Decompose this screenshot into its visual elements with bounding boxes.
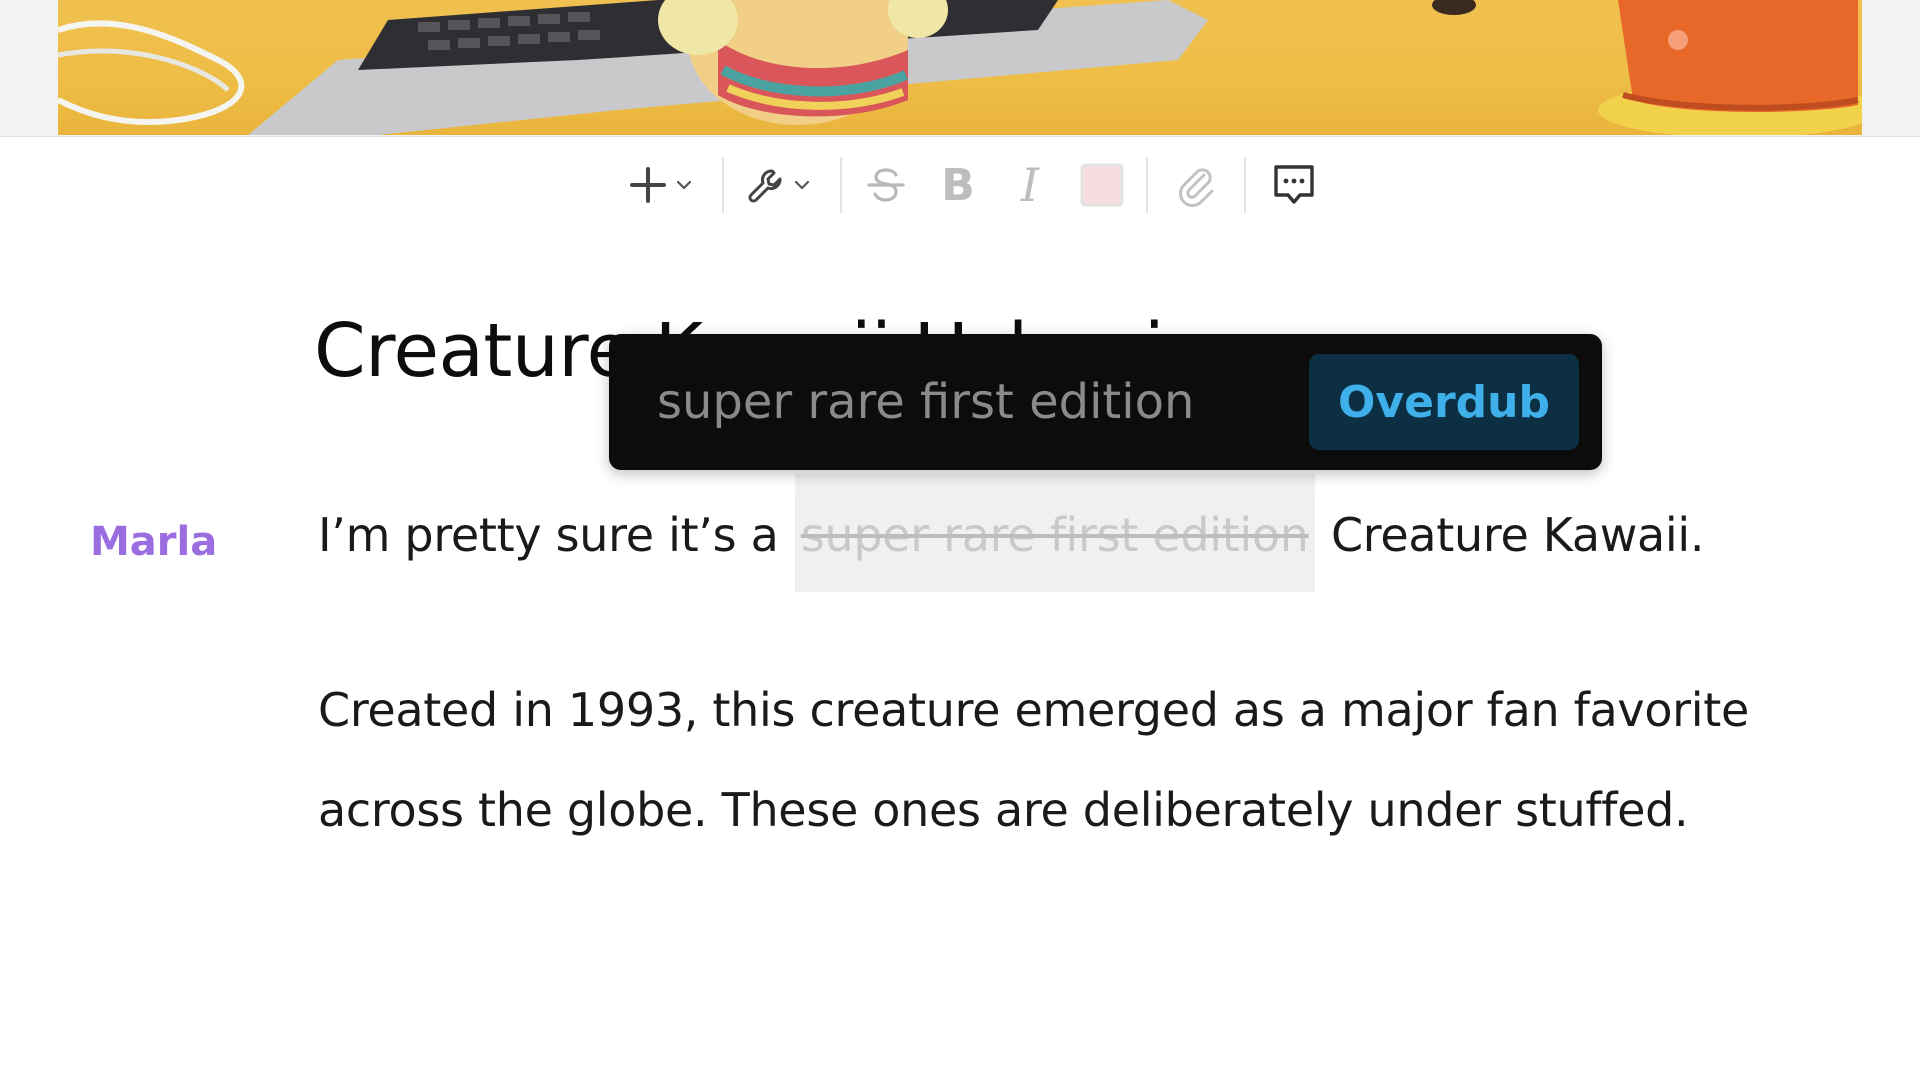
link-button[interactable]: [1156, 154, 1236, 216]
overdub-button[interactable]: Overdub: [1309, 354, 1579, 450]
comment-button[interactable]: [1254, 154, 1334, 216]
transcript-paragraph[interactable]: I’m pretty sure it’s a super rare first …: [318, 474, 1705, 592]
strikethrough-icon: [864, 163, 908, 207]
struck-selection[interactable]: super rare first edition: [794, 474, 1315, 592]
overdub-popup: Overdub: [609, 334, 1602, 470]
tools-button[interactable]: [732, 154, 824, 216]
formatting-toolbar: B I: [618, 154, 1334, 216]
italic-button[interactable]: I: [994, 154, 1066, 216]
paragraph-text: I’m pretty sure it’s a: [318, 508, 793, 562]
paperclip-icon: [1174, 163, 1218, 207]
highlight-swatch-icon: [1079, 162, 1125, 208]
paragraph-line: across the globe. These ones are deliber…: [318, 783, 1689, 837]
insert-button[interactable]: [618, 154, 702, 216]
chevron-down-icon: [794, 179, 810, 191]
highlight-button[interactable]: [1066, 154, 1138, 216]
toolbar-divider: [1244, 157, 1246, 213]
italic-icon: I: [1020, 158, 1040, 212]
toolbar-divider: [1146, 157, 1148, 213]
comment-icon: [1270, 161, 1318, 209]
wrench-icon: [746, 165, 786, 205]
chevron-down-icon: [676, 179, 692, 191]
header-cover-image: [58, 0, 1862, 135]
toolbar-divider: [722, 157, 724, 213]
strikethrough-button[interactable]: [850, 154, 922, 216]
plus-icon: [628, 165, 668, 205]
speaker-label[interactable]: Marla: [90, 519, 217, 565]
toolbar-divider: [840, 157, 842, 213]
bold-button[interactable]: B: [922, 154, 994, 216]
bold-icon: B: [941, 159, 975, 211]
overdub-text-input[interactable]: [657, 364, 1257, 440]
paragraph-line: Created in 1993, this creature emerged a…: [318, 683, 1750, 737]
transcript-paragraph[interactable]: Created in 1993, this creature emerged a…: [318, 660, 1749, 860]
paragraph-text: Creature Kawaii.: [1316, 508, 1705, 562]
